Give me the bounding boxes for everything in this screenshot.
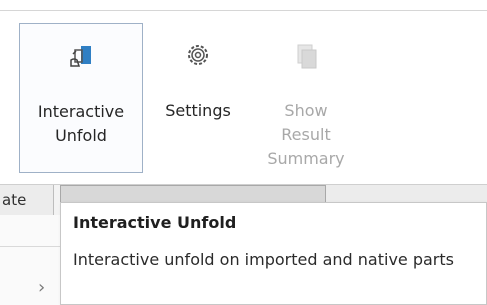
tab-partial[interactable]: ate (0, 185, 54, 215)
settings-button[interactable]: Settings (150, 23, 246, 173)
settings-label: Settings (165, 101, 231, 120)
interactive-unfold-label: Interactive Unfold (37, 102, 125, 145)
show-result-summary-button[interactable]: Show Result Summary (246, 23, 366, 173)
show-result-summary-icon (292, 41, 320, 78)
tooltip: Interactive Unfold Interactive unfold on… (60, 202, 487, 305)
left-pane-divider (0, 246, 60, 247)
ribbon-panel: Interactive Unfold Settings Show Result (0, 11, 487, 185)
interactive-unfold-button[interactable]: Interactive Unfold (19, 23, 143, 173)
interactive-unfold-icon (66, 42, 96, 79)
gear-icon (184, 41, 212, 76)
top-edge (0, 0, 487, 10)
show-result-summary-label: Show Result Summary (267, 101, 345, 168)
tooltip-title: Interactive Unfold (73, 213, 237, 232)
tooltip-description: Interactive unfold on imported and nativ… (73, 250, 454, 269)
chevron-right-icon[interactable]: › (38, 277, 45, 298)
left-pane: › (0, 215, 61, 305)
